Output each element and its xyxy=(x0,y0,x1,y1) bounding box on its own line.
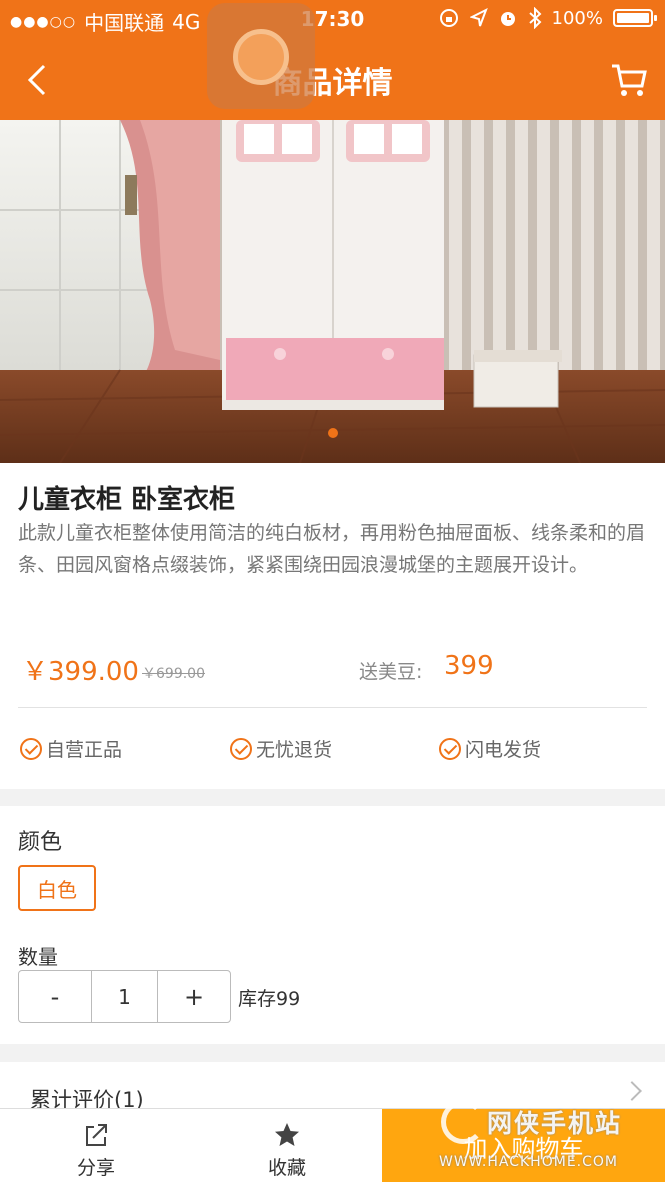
share-label: 分享 xyxy=(76,1157,115,1179)
product-image-carousel[interactable] xyxy=(0,120,665,463)
product-price: ￥399.00 xyxy=(22,657,139,687)
product-options-section: 颜色 白色 数量 - 1 + 库存99 xyxy=(0,806,665,1044)
page-title: 商品详情 xyxy=(272,66,393,101)
check-circle-icon xyxy=(20,737,42,760)
original-price: ￥699.00 xyxy=(142,666,205,682)
color-label: 颜色 xyxy=(18,830,63,855)
service-assurances: 自营正品 无忧退货 闪电发货 xyxy=(20,735,645,765)
assistive-touch-icon xyxy=(233,29,289,85)
add-to-cart-button[interactable]: 加入购物车 xyxy=(382,1109,665,1182)
alarm-icon xyxy=(500,12,515,26)
star-icon xyxy=(275,1123,299,1146)
status-bar: ●●●○○ 中国联通 4G 17:30 100% xyxy=(0,0,665,38)
check-circle-icon xyxy=(439,737,461,760)
assurance-genuine: 自营正品 xyxy=(20,735,122,762)
share-icon xyxy=(86,1124,107,1146)
add-to-cart-label: 加入购物车 xyxy=(463,1134,584,1163)
assurance-returns: 无忧退货 xyxy=(230,735,332,762)
bean-reward-label: 送美豆: xyxy=(359,661,423,683)
favorite-label: 收藏 xyxy=(267,1157,306,1179)
product-description: 此款儿童衣柜整体使用简洁的纯白板材，再用粉色抽屉面板、线条柔和的眉条、田园风窗格… xyxy=(18,522,646,576)
location-arrow-icon xyxy=(469,8,488,27)
price-row: ￥399.00 ￥699.00 送美豆: 399 xyxy=(22,651,642,691)
assurance-shipping: 闪电发货 xyxy=(439,735,541,762)
chevron-right-icon xyxy=(622,1081,642,1101)
decrement-button[interactable]: - xyxy=(19,971,92,1022)
assistive-touch-button[interactable] xyxy=(207,3,315,109)
color-option-white[interactable]: 白色 xyxy=(18,865,96,911)
product-info-section: 儿童衣柜 卧室衣柜 此款儿童衣柜整体使用简洁的纯白板材，再用粉色抽屉面板、线条柔… xyxy=(0,463,665,789)
assurance-label: 自营正品 xyxy=(46,739,123,761)
carousel-page-indicator xyxy=(328,428,338,438)
assurance-label: 无忧退货 xyxy=(256,739,333,761)
bluetooth-icon xyxy=(528,7,541,29)
product-photo xyxy=(0,120,665,463)
bottom-action-bar: 分享 收藏 加入购物车 xyxy=(0,1108,665,1182)
nav-bar: 商品详情 xyxy=(0,38,665,120)
check-circle-icon xyxy=(230,737,252,760)
lock-rotation-icon xyxy=(439,9,458,27)
quantity-input[interactable]: 1 xyxy=(92,971,158,1022)
cart-icon[interactable] xyxy=(609,60,649,100)
stock-count: 库存99 xyxy=(238,988,301,1010)
battery-percent: 100% xyxy=(551,7,603,29)
increment-button[interactable]: + xyxy=(158,971,230,1022)
battery-fill xyxy=(617,13,649,23)
battery-icon xyxy=(613,9,657,27)
assurance-label: 闪电发货 xyxy=(465,739,542,761)
favorite-button[interactable]: 收藏 xyxy=(227,1121,347,1180)
quantity-label: 数量 xyxy=(18,945,58,969)
quantity-stepper: - 1 + xyxy=(18,970,231,1023)
bean-reward-value: 399 xyxy=(444,651,494,681)
product-title: 儿童衣柜 卧室衣柜 xyxy=(18,485,236,515)
status-right: 100% xyxy=(438,7,657,29)
share-button[interactable]: 分享 xyxy=(36,1121,156,1180)
divider xyxy=(18,707,647,708)
